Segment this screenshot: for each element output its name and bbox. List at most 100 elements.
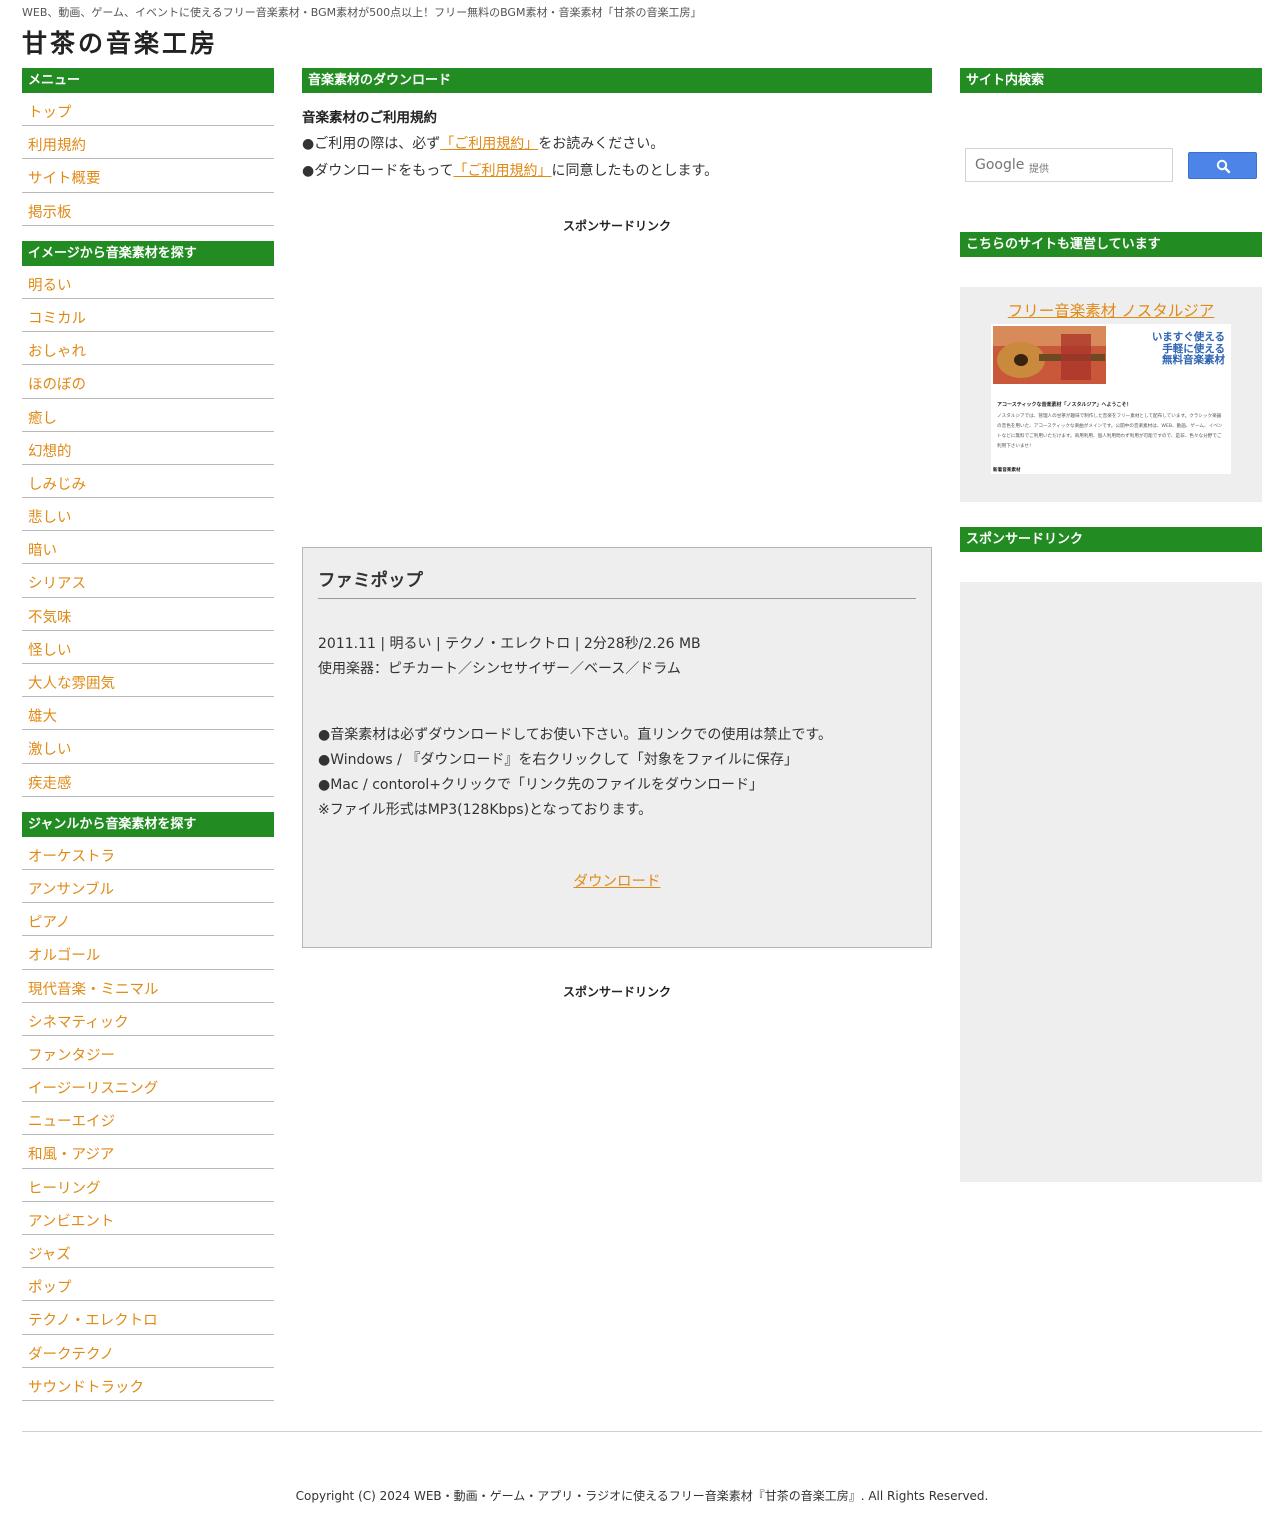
sidebar-item-link[interactable]: ポップ	[28, 1280, 72, 1296]
sidebar-item[interactable]: サウンドトラック	[22, 1368, 274, 1401]
sidebar-item-link[interactable]: イージーリスニング	[28, 1081, 158, 1097]
sidebar-item-link[interactable]: オルゴール	[28, 948, 100, 964]
sidebar-item[interactable]: シリアス	[22, 564, 274, 598]
sidebar-item[interactable]: 暗い	[22, 531, 274, 565]
sidebar-item-link[interactable]: シネマティック	[28, 1015, 129, 1031]
banner-slogan-line: 無料音楽素材	[1162, 354, 1225, 366]
sidebar-item-link[interactable]: おしゃれ	[28, 344, 86, 360]
menu-list: トップ利用規約サイト概要掲示板	[22, 93, 274, 226]
sidebar-item[interactable]: イージーリスニング	[22, 1069, 274, 1103]
sidebar-item[interactable]: コミカル	[22, 299, 274, 333]
sidebar-item[interactable]: 怪しい	[22, 631, 274, 664]
sidebar-item[interactable]: 明るい	[22, 266, 274, 299]
sidebar-item-link[interactable]: ヒーリング	[28, 1181, 101, 1197]
track-card: ファミポップ 2011.11 | 明るい | テクノ・エレクトロ | 2分28秒…	[302, 547, 932, 948]
copyright: Copyright (C) 2024 WEB・動画・ゲーム・アプリ・ラジオに使え…	[295, 1489, 989, 1503]
sidebar-item-link[interactable]: アンビエント	[28, 1214, 114, 1230]
sidebar-item[interactable]: おしゃれ	[22, 332, 274, 366]
sidebar-item[interactable]: シネマティック	[22, 1003, 274, 1036]
sidebar-item-link[interactable]: 現代音楽・ミニマル	[28, 982, 159, 998]
other-sites-heading: こちらのサイトも運営しています	[960, 232, 1262, 257]
right-sidebar: サイト内検索 Google 提供 こちらのサイトも運営しています フリー音楽素材…	[960, 68, 1262, 1182]
sidebar-item-link[interactable]: 怪しい	[28, 643, 72, 659]
sidebar-item[interactable]: 雄大	[22, 697, 274, 731]
sidebar-item[interactable]: 和風・アジア	[22, 1135, 274, 1169]
sidebar-item[interactable]: ピアノ	[22, 903, 274, 937]
banner-welcome: アコースティックな音楽素材「ノスタルジア」へようこそ！	[997, 402, 1132, 408]
sidebar-item[interactable]: アンビエント	[22, 1202, 274, 1235]
search-button[interactable]	[1188, 152, 1257, 179]
sidebar-item-link[interactable]: シリアス	[28, 576, 86, 592]
terms-line-1-suffix: をお読みください。	[538, 136, 665, 152]
note-line: ●Mac / contorol+クリックで「リンク先のファイルをダウンロード」	[318, 777, 764, 793]
sidebar-item-link[interactable]: トップ	[28, 105, 72, 121]
sidebar-item[interactable]: トップ	[22, 93, 274, 127]
site-title[interactable]: 甘茶の音楽工房	[22, 24, 218, 60]
sidebar-item[interactable]: テクノ・エレクトロ	[22, 1301, 274, 1335]
sidebar-item-link[interactable]: ほのぼの	[28, 377, 86, 393]
sidebar-item[interactable]: 疾走感	[22, 764, 274, 797]
sidebar-item-link[interactable]: サウンドトラック	[28, 1380, 144, 1396]
sidebar-item[interactable]: サイト概要	[22, 159, 274, 193]
download-notes: ●音楽素材は必ずダウンロードしてお使い下さい。直リンクでの使用は禁止です。 ●W…	[318, 723, 916, 823]
sidebar-item-link[interactable]: 掲示板	[28, 205, 72, 221]
sidebar-item-link[interactable]: 利用規約	[28, 138, 86, 154]
sidebar-item-link[interactable]: 幻想的	[28, 444, 72, 460]
download-link[interactable]: ダウンロード	[574, 874, 661, 890]
sidebar-item[interactable]: オーケストラ	[22, 837, 274, 870]
sidebar-item[interactable]: 悲しい	[22, 498, 274, 532]
sidebar-item-link[interactable]: ピアノ	[28, 915, 70, 931]
sidebar-item[interactable]: 利用規約	[22, 126, 274, 160]
sidebar-item-link[interactable]: ファンタジー	[28, 1048, 115, 1064]
sidebar-item-link[interactable]: 激しい	[28, 742, 72, 758]
sidebar-item[interactable]: ほのぼの	[22, 365, 274, 399]
sidebar-item[interactable]: 大人な雰囲気	[22, 664, 274, 698]
sidebar-item[interactable]: オルゴール	[22, 936, 274, 970]
sidebar-item-link[interactable]: しみじみ	[28, 477, 86, 493]
sidebar-item-link[interactable]: 明るい	[28, 278, 72, 294]
sidebar-item-link[interactable]: 大人な雰囲気	[28, 676, 115, 692]
terms-line-2-suffix: に同意したものとします。	[551, 163, 719, 179]
sidebar-item[interactable]: ニューエイジ	[22, 1102, 274, 1136]
sidebar-item[interactable]: 掲示板	[22, 193, 274, 226]
sponsor-heading-right: スポンサードリンク	[960, 527, 1262, 552]
promo-banner-image[interactable]: いますぐ使える 手軽に使える 無料音楽素材 アコースティックな音楽素材「ノスタル…	[991, 324, 1231, 474]
sidebar-item-link[interactable]: 疾走感	[28, 776, 72, 792]
image-search-heading: イメージから音楽素材を探す	[22, 240, 274, 266]
terms-line-2-prefix: ●ダウンロードをもって	[302, 163, 454, 179]
sidebar-item-link[interactable]: ジャズ	[28, 1247, 71, 1263]
sidebar-item[interactable]: ヒーリング	[22, 1169, 274, 1202]
sidebar-item[interactable]: しみじみ	[22, 465, 274, 499]
sidebar-item-link[interactable]: 和風・アジア	[28, 1147, 114, 1163]
search-input[interactable]: Google 提供	[965, 148, 1173, 182]
sidebar-item-link[interactable]: アンサンブル	[28, 882, 114, 898]
terms-link-1[interactable]: 「ご利用規約」	[440, 136, 538, 152]
sidebar-item-link[interactable]: ニューエイジ	[28, 1114, 115, 1130]
sidebar-item[interactable]: ジャズ	[22, 1235, 274, 1269]
sidebar-item[interactable]: 幻想的	[22, 432, 274, 465]
sidebar-item-link[interactable]: 癒し	[28, 411, 57, 427]
sidebar-item-link[interactable]: オーケストラ	[28, 849, 115, 865]
sidebar-item-link[interactable]: サイト概要	[28, 171, 101, 187]
sidebar-item-link[interactable]: 暗い	[28, 543, 57, 559]
sidebar-item-link[interactable]: 雄大	[28, 709, 57, 725]
sidebar-item[interactable]: アンサンブル	[22, 870, 274, 904]
sidebar-item-link[interactable]: テクノ・エレクトロ	[28, 1313, 158, 1329]
terms-link-2[interactable]: 「ご利用規約」	[454, 163, 552, 179]
sidebar-item[interactable]: 激しい	[22, 730, 274, 764]
sidebar-item[interactable]: ファンタジー	[22, 1036, 274, 1070]
sidebar-item-link[interactable]: 悲しい	[28, 510, 72, 526]
terms-line-1: ●ご利用の際は、必ず「ご利用規約」をお読みください。	[302, 133, 932, 153]
promo-link[interactable]: フリー音楽素材 ノスタルジア	[1008, 302, 1214, 320]
left-sidebar: メニュー トップ 利用規約 サイト概要 掲示板 イメージから音楽素材を探す 明るい コミ…	[22, 68, 274, 1416]
sidebar-item[interactable]: 現代音楽・ミニマル	[22, 970, 274, 1003]
footer-divider	[22, 1431, 1262, 1432]
sidebar-item-link[interactable]: コミカル	[28, 311, 86, 327]
main-content: 音楽素材のダウンロード 音楽素材のご利用規約 ●ご利用の際は、必ず「ご利用規約」…	[302, 68, 932, 999]
sidebar-item[interactable]: ポップ	[22, 1268, 274, 1302]
sidebar-item[interactable]: 癒し	[22, 399, 274, 432]
sidebar-item-link[interactable]: ダークテクノ	[28, 1347, 114, 1363]
sidebar-item[interactable]: ダークテクノ	[22, 1335, 274, 1368]
sidebar-item[interactable]: 不気味	[22, 598, 274, 631]
sidebar-item-link[interactable]: 不気味	[28, 610, 72, 626]
